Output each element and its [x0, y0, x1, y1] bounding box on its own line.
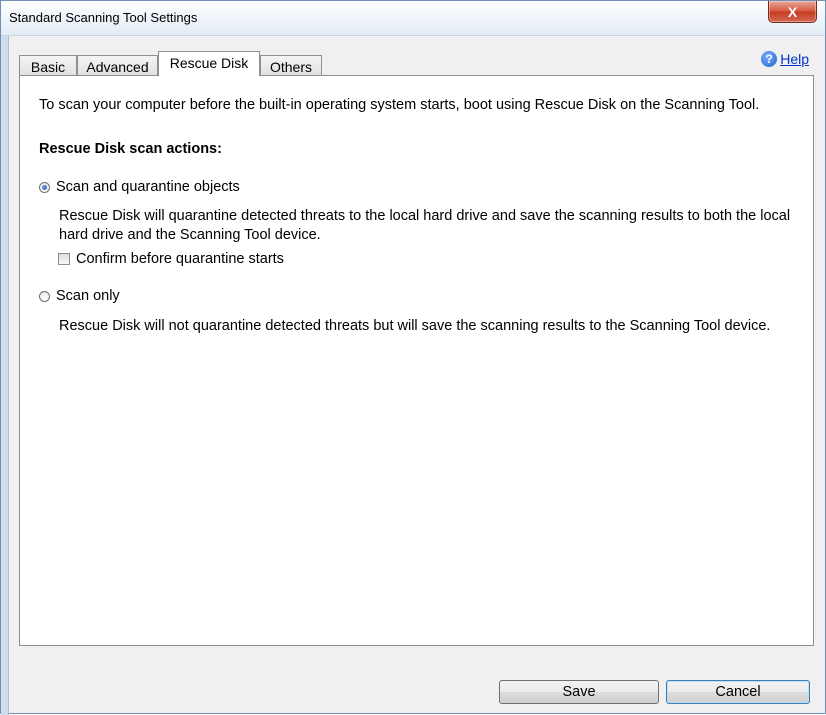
radio-label: Scan only [56, 288, 120, 304]
radio-scan-only[interactable]: Scan only [39, 288, 120, 304]
window-frame-left [1, 36, 9, 715]
radio-scan-and-quarantine[interactable]: Scan and quarantine objects [39, 179, 240, 195]
tab-basic[interactable]: Basic [19, 55, 77, 75]
close-button[interactable]: X [768, 1, 817, 23]
window-title: Standard Scanning Tool Settings [9, 10, 198, 25]
checkbox-box[interactable] [58, 253, 70, 265]
radio-label: Scan and quarantine objects [56, 179, 240, 195]
confirm-quarantine-checkbox[interactable]: Confirm before quarantine starts [58, 251, 284, 267]
radio-button[interactable] [39, 290, 50, 302]
close-icon: X [787, 3, 798, 20]
cancel-button-label: Cancel [715, 684, 761, 700]
help-link[interactable]: Help [780, 51, 809, 67]
help-area: ? Help [761, 51, 809, 67]
save-button-label: Save [562, 684, 596, 700]
tab-label: Basic [30, 59, 66, 75]
checkbox-label: Confirm before quarantine starts [76, 251, 284, 267]
tab-label: Others [269, 59, 312, 75]
quarantine-description: Rescue Disk will quarantine detected thr… [59, 208, 791, 243]
title-bar[interactable]: Standard Scanning Tool Settings X [1, 1, 825, 36]
question-icon[interactable]: ? [761, 51, 778, 67]
tab-label: Rescue Disk [169, 55, 249, 71]
save-button[interactable]: Save [499, 680, 659, 704]
intro-text: To scan your computer before the built-i… [39, 97, 760, 113]
tab-advanced[interactable]: Advanced [77, 55, 158, 75]
cancel-button[interactable]: Cancel [666, 680, 810, 704]
settings-window: Standard Scanning Tool Settings X Basic … [0, 0, 826, 715]
scan-only-description: Rescue Disk will not quarantine detected… [59, 318, 771, 334]
radio-button-selected[interactable] [39, 181, 50, 193]
tab-others[interactable]: Others [260, 55, 322, 75]
tab-label: Advanced [86, 59, 149, 75]
rescue-disk-panel: To scan your computer before the built-i… [19, 75, 814, 646]
section-heading: Rescue Disk scan actions: [39, 141, 222, 157]
tab-rescue-disk[interactable]: Rescue Disk [158, 51, 260, 76]
